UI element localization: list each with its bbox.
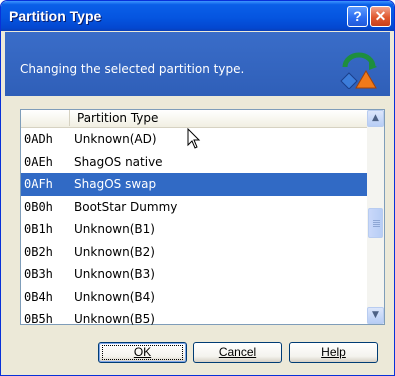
- scroll-up-button[interactable]: ▲: [367, 110, 384, 127]
- partition-type-list[interactable]: Partition Type 0ADh Unknown(AD) 0AEh ShagOS…: [20, 109, 385, 326]
- partition-name: Unknown(B2): [74, 244, 155, 259]
- partition-name: Unknown(B3): [74, 267, 155, 281]
- vertical-scrollbar[interactable]: ▲ ▼: [367, 110, 384, 324]
- column-header-partition-type[interactable]: Partition Type: [77, 111, 158, 125]
- partition-type-icon: [340, 52, 377, 89]
- partition-name: ShagOS native: [74, 154, 163, 169]
- partition-name: BootStar Dummy: [74, 199, 178, 214]
- partition-name: Unknown(B1): [74, 222, 155, 236]
- partition-name: Unknown(AD): [74, 132, 157, 146]
- banner-description: Changing the selected partition type.: [20, 62, 245, 76]
- scroll-thumb[interactable]: [368, 208, 383, 238]
- list-item[interactable]: 0B4h Unknown(B4): [21, 286, 367, 309]
- cancel-button-label: Cancel: [218, 345, 257, 359]
- close-icon[interactable]: ✕: [370, 6, 391, 27]
- partition-code: 0B3h: [24, 267, 53, 281]
- partition-code: 0B4h: [24, 289, 53, 304]
- title-bar[interactable]: Partition Type ? ✕: [1, 1, 394, 31]
- column-header-code[interactable]: [21, 110, 70, 126]
- mouse-pointer-icon: [187, 128, 201, 149]
- cancel-button[interactable]: Cancel: [193, 342, 282, 363]
- ok-button-label: OK: [133, 345, 152, 359]
- dialog-title: Partition Type: [9, 8, 102, 24]
- list-item[interactable]: 0AFh ShagOS swap: [21, 173, 367, 196]
- partition-name: Unknown(B5): [74, 312, 155, 326]
- partition-code: 0B1h: [24, 222, 53, 236]
- partition-code: 0AEh: [24, 154, 53, 169]
- ok-button[interactable]: OK: [98, 342, 187, 363]
- partition-type-dialog: Partition Type ? ✕ Changing the selected…: [0, 0, 395, 376]
- partition-code: 0AFh: [24, 177, 53, 191]
- list-item[interactable]: 0B1h Unknown(B1): [21, 218, 367, 241]
- partition-code: 0B5h: [24, 312, 53, 326]
- help-button[interactable]: Help: [289, 342, 378, 363]
- header-banner: Changing the selected partition type.: [5, 32, 390, 96]
- list-rows: 0ADh Unknown(AD) 0AEh ShagOS native 0AFh Shag…: [21, 128, 367, 331]
- list-item[interactable]: 0B2h Unknown(B2): [21, 241, 367, 264]
- list-item[interactable]: 0B5h Unknown(B5): [21, 308, 367, 331]
- partition-name: ShagOS swap: [74, 177, 157, 191]
- partition-code: 0ADh: [24, 132, 53, 146]
- list-item[interactable]: 0AEh ShagOS native: [21, 151, 367, 174]
- partition-code: 0B0h: [24, 199, 53, 214]
- list-item[interactable]: 0B0h BootStar Dummy: [21, 196, 367, 219]
- help-button-label: Help: [321, 345, 346, 359]
- partition-code: 0B2h: [24, 244, 53, 259]
- partition-name: Unknown(B4): [74, 289, 155, 304]
- list-header[interactable]: Partition Type: [21, 110, 367, 128]
- help-icon[interactable]: ?: [347, 6, 368, 27]
- list-item[interactable]: 0B3h Unknown(B3): [21, 263, 367, 286]
- scroll-down-button[interactable]: ▼: [367, 307, 384, 324]
